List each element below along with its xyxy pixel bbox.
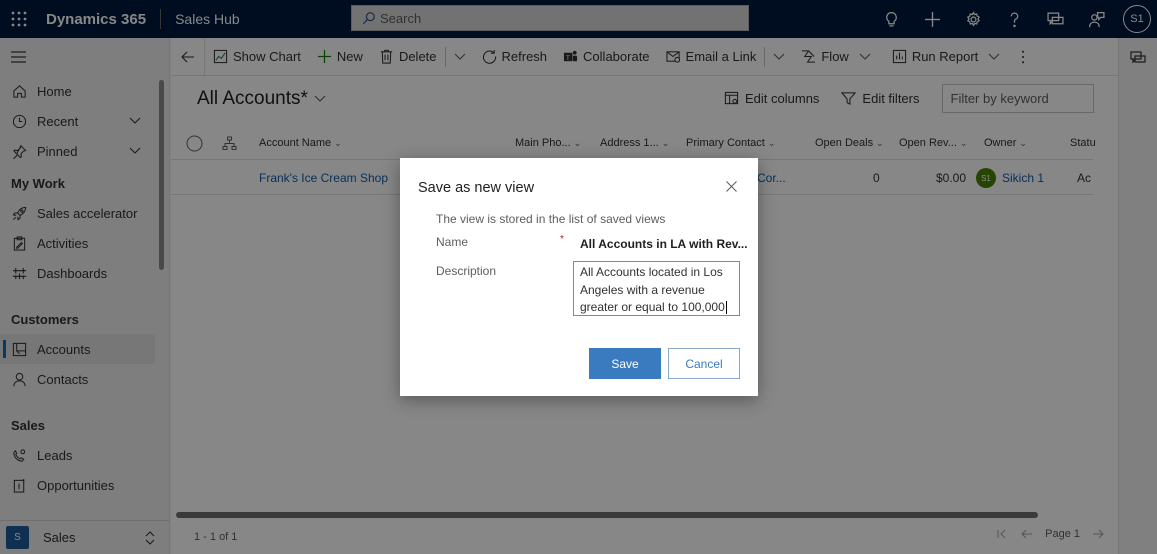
cancel-button[interactable]: Cancel: [668, 348, 740, 379]
dialog-title: Save as new view: [418, 180, 535, 196]
description-field[interactable]: All Accounts located in Los Angeles with…: [573, 261, 740, 316]
name-field[interactable]: All Accounts in LA with Rev...: [580, 237, 748, 251]
name-label: Name: [436, 235, 469, 249]
required-indicator: *: [560, 234, 564, 245]
description-label: Description: [436, 264, 497, 278]
description-text: All Accounts located in Los Angeles with…: [580, 265, 725, 314]
close-button[interactable]: [723, 178, 739, 194]
save-view-dialog: Save as new view The view is stored in t…: [400, 158, 758, 396]
dialog-subtitle: The view is stored in the list of saved …: [436, 212, 666, 226]
save-button[interactable]: Save: [589, 348, 661, 379]
close-icon: [725, 180, 737, 192]
text-cursor: [725, 301, 728, 315]
